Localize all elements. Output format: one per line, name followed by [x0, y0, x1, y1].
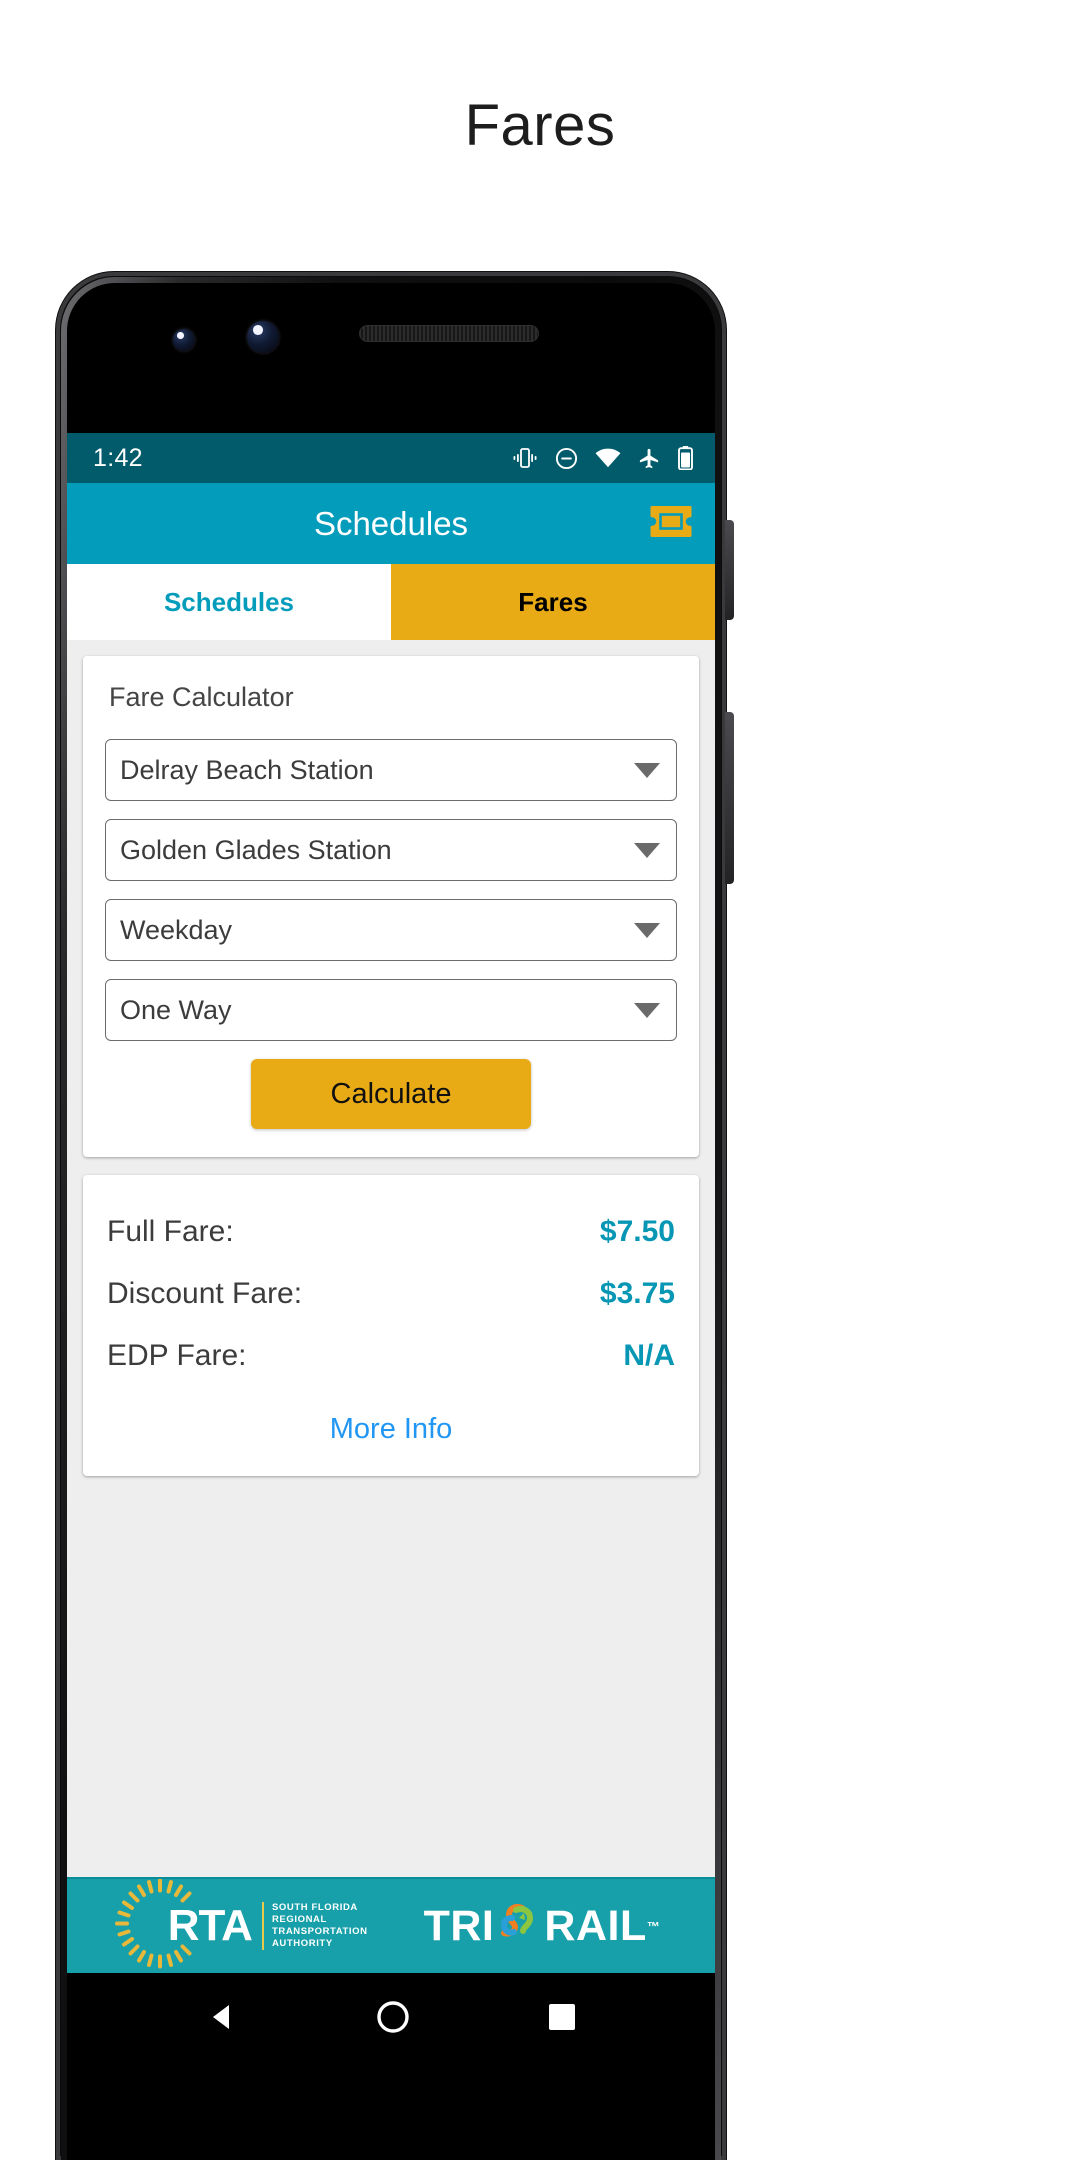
front-camera-secondary-icon: [247, 321, 279, 353]
vibrate-icon: [512, 447, 538, 469]
tab-schedules[interactable]: Schedules: [67, 564, 391, 640]
discount-fare-label: Discount Fare:: [107, 1277, 303, 1310]
status-bar-time: 1:42: [93, 443, 143, 472]
do-not-disturb-icon: [555, 447, 578, 470]
day-type-select[interactable]: Weekday: [105, 899, 677, 961]
back-triangle-icon[interactable]: [205, 2000, 239, 2039]
full-fare-value: $7.50: [599, 1215, 675, 1248]
wifi-icon: [595, 448, 621, 468]
tab-schedules-label: Schedules: [163, 586, 295, 617]
chevron-down-icon: [634, 762, 660, 778]
airplane-mode-icon: [638, 447, 661, 470]
fare-row-full: Full Fare: $7.50: [107, 1201, 675, 1263]
chevron-down-icon: [634, 842, 660, 858]
trademark-symbol: ™: [646, 1918, 661, 1934]
battery-icon: [678, 446, 693, 470]
trirail-text-left: TRI: [423, 1901, 495, 1950]
rta-subtitle: SOUTH FLORIDA REGIONAL TRANSPORTATION AU…: [261, 1901, 368, 1951]
power-button[interactable]: [725, 520, 734, 620]
chevron-down-icon: [634, 1002, 660, 1018]
origin-station-value: Delray Beach Station: [120, 754, 374, 785]
destination-station-value: Golden Glades Station: [120, 834, 392, 865]
tab-fares[interactable]: Fares: [391, 564, 715, 640]
fare-row-discount: Discount Fare: $3.75: [107, 1263, 675, 1325]
rta-wordmark: RTA: [167, 1901, 253, 1950]
rta-logo: RTA SOUTH FLORIDA REGIONAL TRANSPORTATIO…: [114, 1879, 368, 1969]
day-type-value: Weekday: [120, 914, 233, 945]
earpiece-speaker-icon: [359, 325, 539, 342]
fare-results-card: Full Fare: $7.50 Discount Fare: $3.75 ED…: [83, 1175, 699, 1476]
fare-calculator-card: Fare Calculator Delray Beach Station Gol…: [83, 656, 699, 1157]
tab-bar: Schedules Fares: [67, 564, 715, 640]
destination-station-select[interactable]: Golden Glades Station: [105, 819, 677, 881]
android-system-nav: [67, 1973, 715, 2065]
front-camera-icon: [173, 329, 195, 351]
fare-calculator-heading: Fare Calculator: [109, 682, 294, 712]
calculate-button-row: Calculate: [105, 1059, 677, 1129]
status-bar-icons: [512, 446, 693, 470]
discount-fare-value: $3.75: [599, 1277, 675, 1310]
edp-fare-label: EDP Fare:: [107, 1339, 247, 1372]
trip-type-value: One Way: [120, 994, 232, 1025]
tab-content-fares: Fare Calculator Delray Beach Station Gol…: [67, 640, 715, 1973]
origin-station-select[interactable]: Delray Beach Station: [105, 739, 677, 801]
more-info-link[interactable]: More Info: [107, 1387, 675, 1452]
page-title: Fares: [464, 93, 616, 158]
volume-button[interactable]: [725, 712, 734, 884]
trip-type-select[interactable]: One Way: [105, 979, 677, 1041]
status-bar: 1:42: [67, 433, 715, 483]
app-bar-title: Schedules: [313, 504, 469, 542]
ticket-icon[interactable]: [649, 504, 693, 543]
edp-fare-value: N/A: [623, 1339, 675, 1372]
trirail-text-right: RAIL: [544, 1901, 647, 1950]
home-circle-icon[interactable]: [375, 1999, 411, 2040]
chevron-down-icon: [634, 922, 660, 938]
trirail-swirl-icon: [496, 1898, 542, 1955]
app-bar: Schedules: [67, 483, 715, 564]
fare-row-edp: EDP Fare: N/A: [107, 1325, 675, 1387]
trirail-logo: TRI RAIL ™: [424, 1898, 661, 1955]
phone-frame: 1:42 Schedules Schedules Fares Fare Calc…: [56, 272, 734, 2160]
recents-square-icon[interactable]: [547, 2002, 577, 2037]
full-fare-label: Full Fare:: [107, 1215, 234, 1248]
tab-fares-label: Fares: [518, 586, 588, 617]
brand-banner: RTA SOUTH FLORIDA REGIONAL TRANSPORTATIO…: [67, 1877, 715, 1973]
calculate-button[interactable]: Calculate: [251, 1059, 531, 1129]
app-viewport: 1:42 Schedules Schedules Fares Fare Calc…: [67, 433, 715, 1973]
